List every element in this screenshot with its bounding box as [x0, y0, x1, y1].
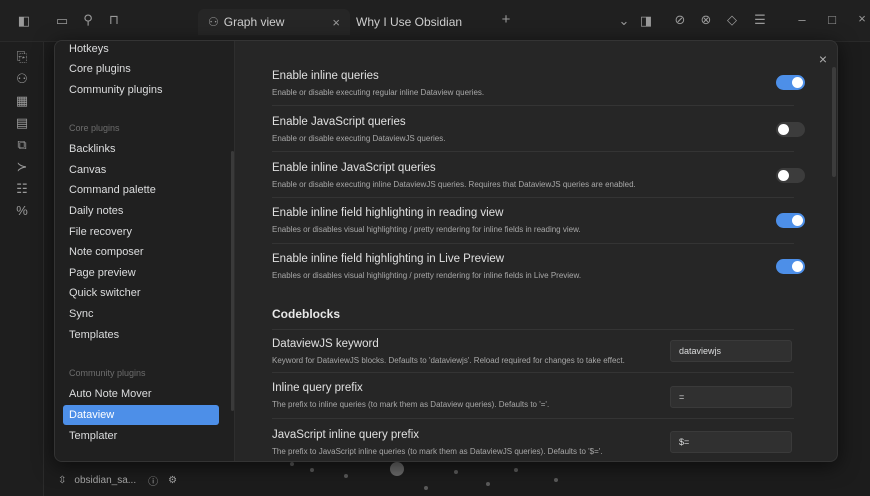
tab-label: Why I Use Obsidian	[356, 15, 463, 29]
setting-name: Enable inline field highlighting in Live…	[272, 253, 505, 265]
nav-group-core-plugins: Core plugins	[69, 123, 120, 133]
terminal-icon[interactable]: ≻	[14, 160, 30, 174]
graph-view-icon[interactable]: ⚇	[14, 72, 30, 86]
title-bar: ◧ ▭ ⚲ ⊓ ⚇ Graph view × Why I Use Obsidia…	[0, 0, 870, 42]
setting-description: Enables or disables visual highlighting …	[272, 271, 582, 280]
settings-modal: Hotkeys Core plugins Community plugins C…	[54, 40, 838, 462]
left-ribbon: ⎘ ⚇ ▦ ▤ ⧉ ≻ ☷ %	[0, 42, 44, 496]
percent-icon[interactable]: %	[14, 204, 30, 218]
new-tab-icon[interactable]: +	[498, 12, 514, 27]
nav-item-hotkeys[interactable]: Hotkeys	[63, 41, 219, 59]
bookmark-icon[interactable]: ⊓	[106, 13, 122, 27]
search-icon[interactable]: ⚲	[80, 13, 96, 27]
grid-icon[interactable]: ▦	[14, 94, 30, 108]
nav-item-canvas[interactable]: Canvas	[63, 160, 219, 180]
close-icon[interactable]: ×	[819, 51, 827, 67]
setting-field-highlighting-reading: Enable inline field highlighting in read…	[272, 207, 792, 234]
settings-content: Enable inline queries Enable or disable …	[236, 41, 837, 461]
gear-icon[interactable]: ⚙	[168, 475, 177, 486]
setting-description: Enable or disable executing regular inli…	[272, 88, 485, 97]
toggle-inline-queries[interactable]	[776, 75, 805, 90]
setting-description: Enable or disable executing DataviewJS q…	[272, 134, 446, 143]
toggle-field-highlighting-live-preview[interactable]	[776, 259, 805, 274]
nav-item-quick-switcher[interactable]: Quick switcher	[63, 283, 219, 303]
toggle-inline-javascript-queries[interactable]	[776, 168, 805, 183]
nav-item-core-plugins[interactable]: Core plugins	[63, 59, 219, 79]
setting-name: Enable JavaScript queries	[272, 116, 406, 128]
chevron-updown-icon: ⇳	[58, 474, 67, 486]
link-icon[interactable]: ⊘	[672, 13, 688, 27]
nav-item-file-recovery[interactable]: File recovery	[63, 222, 219, 242]
setting-name: Enable inline field highlighting in read…	[272, 207, 504, 219]
content-scrollbar[interactable]	[832, 67, 836, 177]
close-icon[interactable]: ×	[332, 15, 340, 30]
nav-item-dataview[interactable]: Dataview	[63, 405, 219, 425]
nav-scrollbar[interactable]	[231, 151, 234, 411]
javascript-inline-query-prefix-input[interactable]	[670, 431, 792, 453]
template-icon[interactable]: ☷	[14, 182, 30, 196]
file-icon[interactable]: ⎘	[14, 50, 30, 64]
calendar-icon[interactable]: ▤	[14, 116, 30, 130]
setting-description: Enable or disable executing inline Datav…	[272, 180, 636, 189]
inline-query-prefix-input[interactable]	[670, 386, 792, 408]
setting-name: Enable inline queries	[272, 70, 379, 82]
chevron-down-icon[interactable]: ⌄	[616, 14, 632, 28]
setting-name: Enable inline JavaScript queries	[272, 162, 436, 174]
nav-item-command-palette[interactable]: Command palette	[63, 180, 219, 200]
setting-javascript-queries: Enable JavaScript queries Enable or disa…	[272, 116, 792, 143]
nav-item-auto-note-mover[interactable]: Auto Note Mover	[63, 384, 219, 404]
right-sidebar-icon[interactable]: ◨	[638, 14, 654, 28]
nav-item-community-plugins[interactable]: Community plugins	[63, 80, 219, 100]
unlink-icon[interactable]: ⊗	[698, 13, 714, 27]
sidebar-toggle-icon[interactable]: ◧	[16, 14, 32, 28]
setting-inline-queries: Enable inline queries Enable or disable …	[272, 70, 792, 97]
nav-item-page-preview[interactable]: Page preview	[63, 263, 219, 283]
tab-why-i-use-obsidian[interactable]: Why I Use Obsidian	[356, 9, 496, 35]
window-close-icon[interactable]: ×	[854, 12, 870, 26]
setting-description: Enables or disables visual highlighting …	[272, 225, 581, 234]
folder-icon[interactable]: ▭	[54, 14, 70, 28]
setting-inline-javascript-queries: Enable inline JavaScript queries Enable …	[272, 162, 792, 189]
copy-icon[interactable]: ⧉	[14, 138, 30, 152]
nav-group-community-plugins: Community plugins	[69, 368, 146, 378]
list-icon[interactable]: ☰	[752, 13, 768, 27]
help-icon[interactable]: ⓘ	[148, 473, 158, 488]
section-heading-codeblocks: Codeblocks	[272, 307, 341, 321]
vault-switcher[interactable]: ⇳ obsidian_sa... ⓘ ⚙	[54, 468, 177, 492]
settings-nav: Hotkeys Core plugins Community plugins C…	[55, 41, 235, 461]
minimize-icon[interactable]: –	[794, 13, 810, 27]
nav-item-backlinks[interactable]: Backlinks	[63, 139, 219, 159]
tag-icon[interactable]: ◇	[724, 13, 740, 27]
vault-name: obsidian_sa...	[74, 474, 137, 486]
nav-item-note-composer[interactable]: Note composer	[63, 242, 219, 262]
nav-item-daily-notes[interactable]: Daily notes	[63, 201, 219, 221]
nav-item-templater[interactable]: Templater	[63, 426, 219, 446]
toggle-field-highlighting-reading[interactable]	[776, 213, 805, 228]
tab-label: Graph view	[223, 15, 285, 29]
setting-field-highlighting-live-preview: Enable inline field highlighting in Live…	[272, 253, 792, 280]
nav-item-templates[interactable]: Templates	[63, 325, 219, 345]
maximize-icon[interactable]: □	[824, 13, 840, 27]
nav-item-sync[interactable]: Sync	[63, 304, 219, 324]
toggle-javascript-queries[interactable]	[776, 122, 805, 137]
dataviewjs-keyword-input[interactable]	[670, 340, 792, 362]
tab-graph-view[interactable]: ⚇ Graph view ×	[198, 9, 350, 35]
graph-icon: ⚇	[208, 15, 219, 29]
